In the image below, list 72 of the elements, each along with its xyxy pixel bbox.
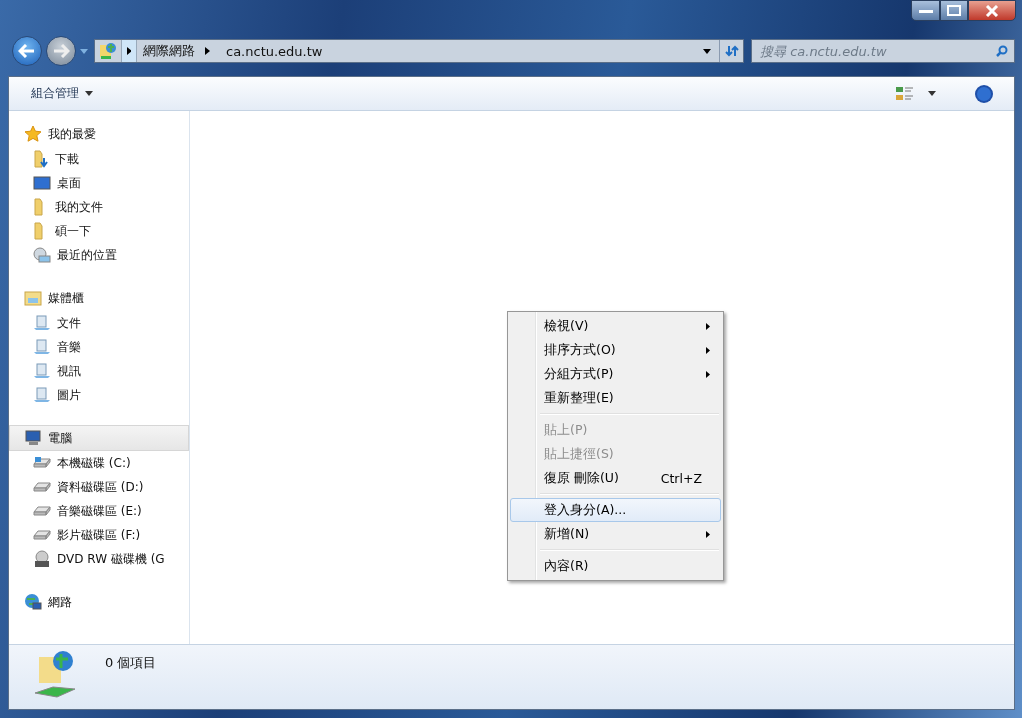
sidebar-item[interactable]: 本機磁碟 (C:)	[9, 451, 189, 475]
library-item-icon	[33, 339, 51, 355]
recent-places-icon	[33, 247, 51, 263]
maximize-icon	[947, 5, 961, 16]
menu-item[interactable]: 登入身分(A)...	[510, 498, 721, 522]
library-icon	[24, 290, 42, 306]
menu-item[interactable]: 分組方式(P)	[510, 362, 721, 386]
submenu-arrow-icon	[706, 322, 710, 330]
close-button[interactable]	[968, 0, 1016, 21]
folder-icon	[33, 150, 49, 168]
hard-drive-icon	[33, 505, 51, 517]
desktop-icon	[33, 176, 51, 190]
sidebar-item[interactable]: 音樂磁碟區 (E:)	[9, 499, 189, 523]
recent-pages-dropdown-icon[interactable]	[80, 48, 88, 54]
hard-drive-icon	[33, 481, 51, 493]
chevron-icon[interactable]	[121, 40, 137, 62]
breadcrumb-item[interactable]: 網際網路	[137, 42, 195, 60]
chevron-icon[interactable]	[205, 47, 210, 55]
menu-item[interactable]: 新增(N)	[510, 522, 721, 546]
caret-icon	[85, 91, 93, 96]
computer-icon	[24, 430, 42, 446]
sidebar-item[interactable]: 影片磁碟區 (F:)	[9, 523, 189, 547]
right-arrow-icon	[52, 44, 70, 58]
breadcrumb-item[interactable]: ca.nctu.edu.tw	[220, 43, 323, 59]
network-folder-icon	[99, 42, 117, 60]
sidebar-item[interactable]: 桌面	[9, 171, 189, 195]
refresh-icon	[724, 45, 739, 57]
library-item-icon	[33, 363, 51, 379]
sidebar-item[interactable]: 碩一下	[9, 219, 189, 243]
menu-item[interactable]: 內容(R)	[510, 554, 721, 578]
menu-item[interactable]: 復原 刪除(U) Ctrl+Z	[510, 466, 721, 490]
dropdown-icon[interactable]	[703, 48, 711, 54]
sidebar-item[interactable]: 最近的位置	[9, 243, 189, 267]
close-icon	[985, 4, 999, 17]
star-icon	[24, 125, 42, 143]
sidebar-item[interactable]: DVD RW 磁碟機 (G	[9, 547, 189, 571]
library-item-icon	[33, 315, 51, 331]
submenu-arrow-icon	[706, 530, 710, 538]
maximize-button[interactable]	[940, 0, 968, 21]
sidebar-item[interactable]: 資料磁碟區 (D:)	[9, 475, 189, 499]
hard-drive-icon	[33, 457, 51, 469]
item-count: 0 個項目	[105, 654, 157, 672]
left-arrow-icon	[18, 44, 36, 58]
menu-item[interactable]: 排序方式(O)	[510, 338, 721, 362]
submenu-arrow-icon	[706, 346, 710, 354]
search-icon	[996, 45, 1008, 57]
view-options-icon[interactable]	[896, 85, 914, 102]
sidebar-item[interactable]: 我的文件	[9, 195, 189, 219]
network-icon	[24, 593, 42, 611]
address-bar[interactable]: 網際網路 ca.nctu.edu.tw	[94, 39, 744, 63]
sidebar-item[interactable]: 下載	[9, 147, 189, 171]
dvd-drive-icon	[33, 550, 51, 568]
menu-item[interactable]: 重新整理(E)	[510, 386, 721, 410]
sidebar-item[interactable]: 媒體櫃	[9, 285, 189, 311]
sidebar-item[interactable]: 我的最愛	[9, 121, 189, 147]
search-field[interactable]: 搜尋 ca.nctu.edu.tw	[751, 39, 1015, 63]
sidebar-item[interactable]: 文件	[9, 311, 189, 335]
hard-drive-icon	[33, 529, 51, 541]
search-input[interactable]: 搜尋 ca.nctu.edu.tw	[752, 42, 996, 60]
back-button[interactable]	[12, 36, 42, 66]
forward-button[interactable]	[46, 36, 76, 66]
sidebar-item[interactable]: 視訊	[9, 359, 189, 383]
menu-item[interactable]: 檢視(V)	[510, 314, 721, 338]
minimize-button[interactable]	[911, 0, 940, 21]
organize-button[interactable]: 組合管理	[25, 83, 99, 104]
sidebar-item[interactable]: 圖片	[9, 383, 189, 407]
sidebar-item[interactable]: 網路	[9, 589, 189, 615]
sidebar-item[interactable]: 音樂	[9, 335, 189, 359]
library-item-icon	[33, 387, 51, 403]
dropdown-icon[interactable]	[928, 91, 936, 96]
submenu-arrow-icon	[706, 370, 710, 378]
sidebar-item[interactable]: 電腦	[9, 425, 189, 451]
